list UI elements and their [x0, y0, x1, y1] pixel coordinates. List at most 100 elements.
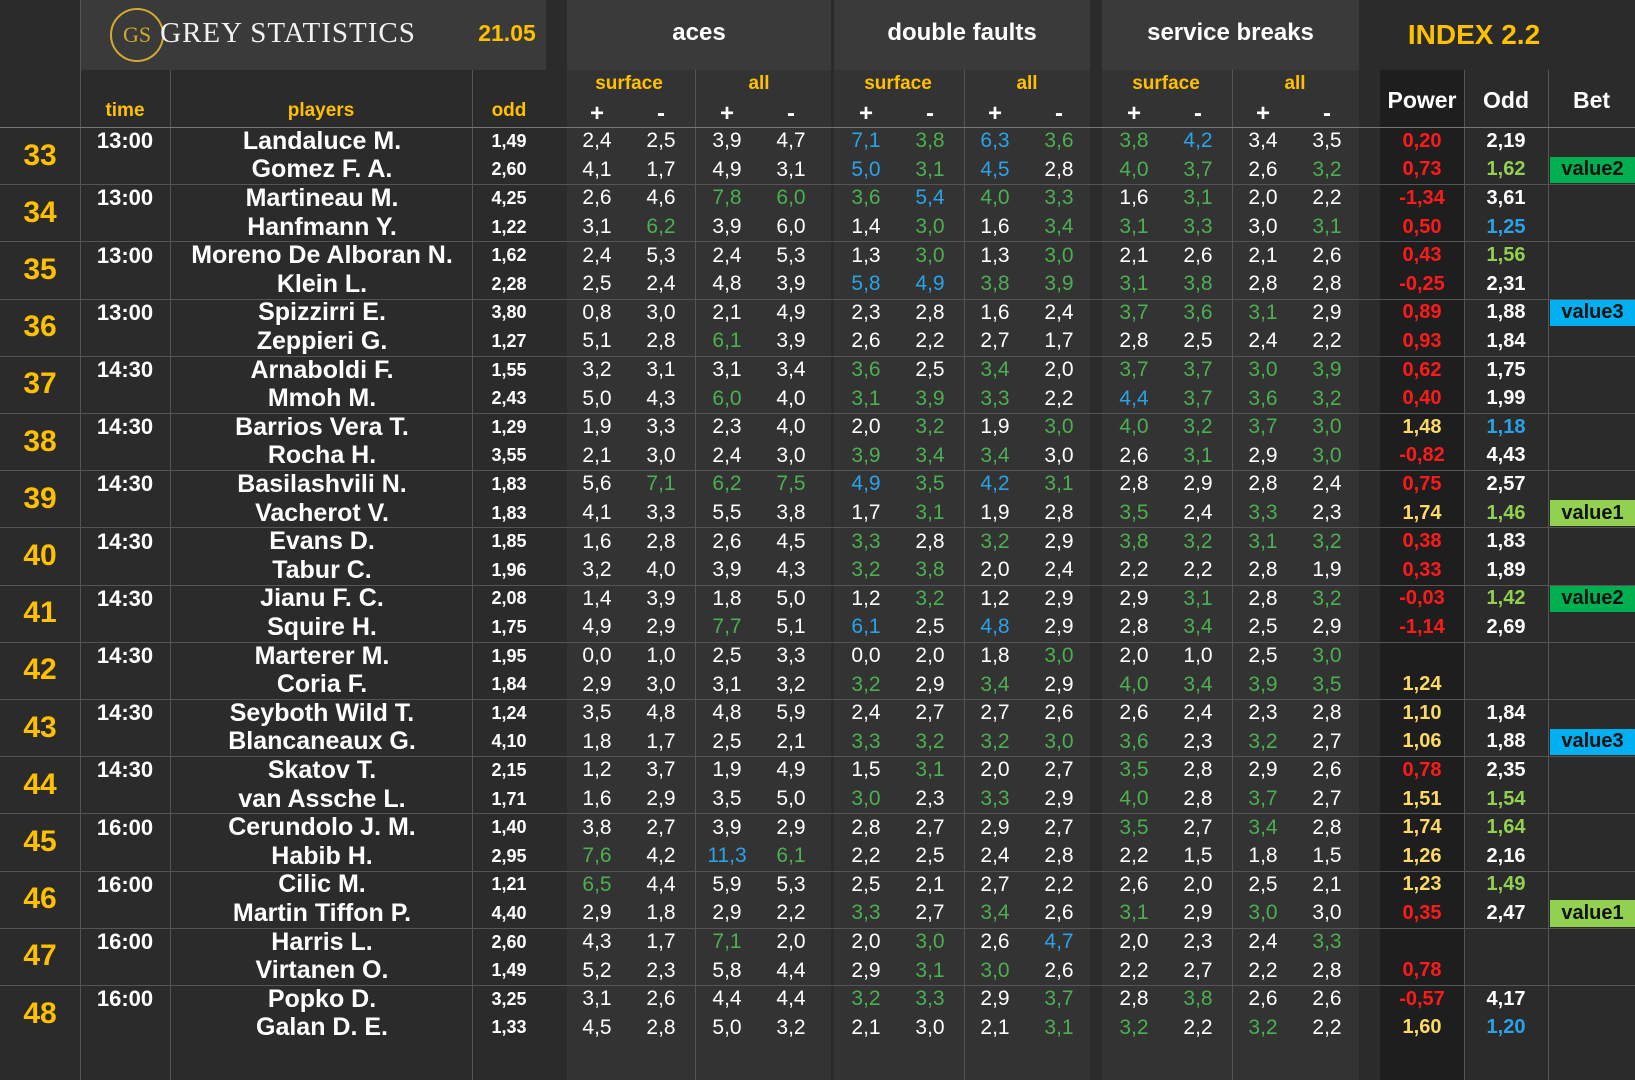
stat-value: 1,2 — [851, 586, 881, 610]
stat-value: 1,3 — [851, 243, 881, 267]
stat-value: 2,0 — [915, 644, 945, 668]
stat-value: 1,9 — [712, 758, 742, 782]
stat-value: 1,7 — [646, 729, 676, 753]
stat-value: 2,4 — [582, 129, 612, 153]
stat-value: 3,0 — [1312, 443, 1342, 467]
power-value: 0,62 — [1402, 358, 1442, 381]
stat-value: 3,3 — [1183, 215, 1213, 239]
stat-value: 3,0 — [915, 1015, 945, 1039]
stat-value: 2,2 — [1183, 1015, 1213, 1039]
stat-value: 2,8 — [1119, 472, 1149, 496]
player-name: Evans D. — [269, 527, 375, 556]
stat-value: 1,0 — [1183, 644, 1213, 668]
match-time: 16:00 — [96, 814, 154, 840]
stat-value: 5,3 — [776, 243, 806, 267]
stat-value: 2,6 — [1044, 901, 1074, 925]
stat-value: 3,2 — [1183, 415, 1213, 439]
stat-value: 4,3 — [582, 930, 612, 954]
stat-value: 4,4 — [776, 987, 806, 1011]
stat-value: 2,0 — [980, 758, 1010, 782]
match-number: 45 — [23, 824, 57, 858]
stat-value: 6,3 — [980, 129, 1010, 153]
player-odd: 3,55 — [491, 445, 527, 466]
stat-value: 4,8 — [712, 701, 742, 725]
stat-value: 3,0 — [1248, 901, 1278, 925]
brand-name: GREY STATISTICS — [160, 16, 416, 49]
stat-value: 2,8 — [1312, 701, 1342, 725]
stat-value: 4,3 — [776, 558, 806, 582]
stat-value: 3,2 — [1248, 729, 1278, 753]
minus-sign: - — [1323, 100, 1331, 127]
stat-value: 3,1 — [1183, 586, 1213, 610]
stat-value: 2,4 — [646, 272, 676, 296]
player-name: Gomez F. A. — [251, 155, 393, 184]
stat-value: 2,4 — [1248, 329, 1278, 353]
stat-value: 4,0 — [646, 558, 676, 582]
stat-value: 3,2 — [915, 729, 945, 753]
player-name: Arnaboldi F. — [250, 355, 394, 384]
stat-value: 6,0 — [776, 215, 806, 239]
odd2-value: 1,56 — [1486, 244, 1526, 267]
power-value: 0,43 — [1402, 244, 1442, 267]
stat-value: 7,1 — [712, 930, 742, 954]
stat-value: 1,9 — [1312, 558, 1342, 582]
stat-value: 2,0 — [1119, 930, 1149, 954]
stat-value: 5,8 — [851, 272, 881, 296]
stat-value: 1,7 — [646, 157, 676, 181]
player-name: Skatov T. — [267, 755, 377, 784]
stat-value: 3,4 — [1248, 815, 1278, 839]
stat-value: 3,2 — [582, 358, 612, 382]
stat-value: 3,7 — [1248, 415, 1278, 439]
match-time: 14:30 — [96, 643, 154, 669]
stat-value: 2,8 — [915, 300, 945, 324]
power-value: 0,33 — [1402, 558, 1442, 581]
player-name: Mmoh M. — [267, 384, 377, 413]
col-bet-header: Bet — [1572, 86, 1611, 113]
power-value: 0,35 — [1402, 901, 1442, 924]
stat-value: 2,7 — [1044, 815, 1074, 839]
match-time: 14:30 — [96, 585, 154, 611]
stat-value: 5,1 — [776, 615, 806, 639]
match-number: 47 — [23, 939, 57, 973]
power-value: 1,51 — [1402, 787, 1442, 810]
stat-value: 2,4 — [1248, 930, 1278, 954]
stat-value: 3,5 — [712, 787, 742, 811]
stat-value: 1,0 — [646, 644, 676, 668]
power-value: 0,40 — [1402, 387, 1442, 410]
stat-value: 3,1 — [582, 987, 612, 1011]
stat-value: 2,9 — [1248, 443, 1278, 467]
stat-value: 7,8 — [712, 186, 742, 210]
stat-value: 2,6 — [1248, 987, 1278, 1011]
stat-value: 2,9 — [712, 901, 742, 925]
stat-value: 2,2 — [1183, 558, 1213, 582]
stat-value: 3,7 — [1119, 358, 1149, 382]
odd2-value: 1,46 — [1486, 501, 1526, 524]
stat-value: 2,5 — [851, 872, 881, 896]
stat-value: 2,5 — [1248, 615, 1278, 639]
power-value: 1,23 — [1402, 873, 1442, 896]
stat-value: 3,2 — [1119, 1015, 1149, 1039]
stat-value: 3,4 — [980, 672, 1010, 696]
stat-value: 2,7 — [1183, 815, 1213, 839]
odd2-value: 1,88 — [1486, 301, 1526, 324]
stat-value: 2,6 — [1119, 443, 1149, 467]
plus-sign: + — [1126, 100, 1141, 127]
player-odd: 2,95 — [491, 845, 527, 866]
stat-value: 2,0 — [776, 930, 806, 954]
stat-value: 2,8 — [1248, 472, 1278, 496]
stat-value: 2,7 — [1183, 958, 1213, 982]
stat-value: 3,1 — [1312, 215, 1342, 239]
odd2-value: 3,61 — [1486, 186, 1526, 209]
stat-value: 3,2 — [1312, 386, 1342, 410]
stat-value: 3,0 — [646, 443, 676, 467]
player-name: Galan D. E. — [256, 1013, 388, 1042]
player-odd: 3,80 — [491, 302, 527, 323]
match-number: 40 — [23, 538, 57, 572]
power-value: -1,14 — [1399, 615, 1445, 638]
player-odd: 1,83 — [491, 473, 527, 494]
stat-value: 2,2 — [1119, 958, 1149, 982]
stat-value: 3,0 — [1044, 415, 1074, 439]
minus-sign: - — [657, 100, 665, 127]
power-value: 1,10 — [1402, 701, 1442, 724]
stat-value: 3,0 — [851, 787, 881, 811]
